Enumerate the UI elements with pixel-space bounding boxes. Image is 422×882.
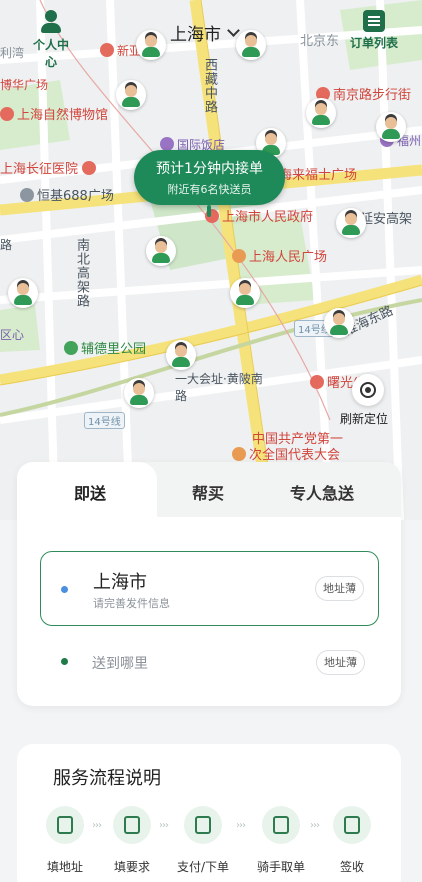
- sender-dot: [61, 586, 68, 593]
- park-icon: [64, 341, 78, 355]
- sender-city: 上海市: [93, 572, 147, 593]
- step-label: 签收: [339, 860, 364, 874]
- step-label: 填地址: [46, 860, 83, 874]
- courier-avatar[interactable]: [306, 98, 336, 128]
- map-label-nanjing-road: 南京路步行街: [316, 84, 411, 103]
- city-name: 上海市: [170, 25, 221, 45]
- pickup-pin: [207, 205, 211, 217]
- relocate-label[interactable]: 刷新定位: [340, 410, 388, 427]
- orders-label: 订单列表: [349, 36, 398, 50]
- order-sheet: 即送 帮买 专人急送 上海市 请完善发件信息 地址薄 送到哪里 地址薄: [17, 462, 401, 706]
- nearby-couriers-text: 附近有6名快送员: [167, 183, 252, 196]
- step-arrow-icon: ›››: [236, 820, 246, 831]
- map-label-cpc-line2: 次全国代表大会: [232, 444, 340, 463]
- tab-buy-for-me[interactable]: 帮买: [192, 480, 224, 504]
- map-label-xinya: 新亚: [100, 42, 141, 59]
- map-label-beijing-east: 北京东: [300, 34, 340, 49]
- wallet-icon: [184, 806, 222, 844]
- city-selector[interactable]: 上海市: [170, 20, 240, 45]
- eta-text: 预计1分钟内接单: [156, 161, 263, 177]
- step-arrow-icon: ›››: [159, 820, 169, 831]
- square-icon: [232, 249, 246, 263]
- courier-avatar[interactable]: [230, 278, 260, 308]
- hospital-icon: [310, 375, 324, 389]
- museum-icon: [0, 107, 14, 121]
- receiver-address-field[interactable]: 送到哪里 地址薄: [40, 645, 379, 681]
- road-label-left: 路: [0, 238, 13, 252]
- courier-avatar[interactable]: [124, 378, 154, 408]
- step-pay-order: 支付/下单: [174, 806, 232, 875]
- sender-address-field[interactable]: 上海市 请完善发件信息 地址薄: [40, 551, 379, 626]
- hotel-icon: [160, 137, 174, 151]
- step-label: 支付/下单: [176, 860, 230, 874]
- courier-avatar[interactable]: [324, 308, 354, 338]
- map-label-fudeli-park: 辅德里公园: [64, 338, 146, 357]
- map-label-changzheng-hospital: 上海长征医院: [0, 158, 99, 177]
- process-title: 服务流程说明: [53, 768, 161, 789]
- service-process-card: 服务流程说明 填地址 ››› 填要求 ››› 支付/下单 ››› 骑手取单 ››…: [17, 744, 401, 882]
- poi-icon: [100, 43, 114, 57]
- road-label-xizang: 西藏中路: [202, 58, 217, 114]
- step-label: 骑手取单: [256, 860, 305, 874]
- map-label-liwan: 利湾: [0, 46, 25, 60]
- order-list-icon: [363, 10, 385, 32]
- location-clipboard-icon: [46, 806, 84, 844]
- map-label-bohua: 博华广场: [0, 78, 49, 92]
- map-label-hengji: 恒基688广场: [20, 185, 114, 204]
- orders-button[interactable]: 订单列表: [344, 10, 404, 51]
- receiver-placeholder: 送到哪里: [92, 656, 148, 672]
- step-sign-receive: 签收: [323, 806, 381, 875]
- tab-dedicated-express[interactable]: 专人急送: [290, 480, 354, 504]
- map-view[interactable]: 利湾 新亚 博华广场 上海自然博物馆 北京东 西藏中路 南京路步行街 福州 国际…: [0, 0, 422, 520]
- courier-avatar[interactable]: [336, 208, 366, 238]
- courier-avatar[interactable]: [8, 278, 38, 308]
- step-fill-requirements: 填要求: [103, 806, 161, 875]
- grid-icon: [113, 806, 151, 844]
- tab-instant[interactable]: 即送: [74, 480, 106, 504]
- step-arrow-icon: ›››: [92, 820, 102, 831]
- step-label: 填要求: [113, 860, 150, 874]
- courier-avatar[interactable]: [376, 112, 406, 142]
- sender-address-book-button[interactable]: 地址薄: [315, 576, 364, 601]
- relocate-button[interactable]: [352, 374, 384, 406]
- profile-button[interactable]: 个人中心: [28, 10, 74, 70]
- step-arrow-icon: ›››: [310, 820, 320, 831]
- service-tabs: 即送 帮买 专人急送: [17, 462, 401, 518]
- person-icon: [40, 10, 62, 34]
- calendar-check-icon: [262, 806, 300, 844]
- step-fill-address: 填地址: [36, 806, 94, 875]
- profile-label: 个人中心: [32, 38, 69, 69]
- map-label-people-gov: 上海市人民政府: [205, 206, 313, 225]
- map-label-nature-museum: 上海自然博物馆: [0, 104, 108, 123]
- courier-avatar[interactable]: [236, 30, 266, 60]
- map-label-peoples-square: 上海人民广场: [232, 246, 327, 265]
- step-rider-pickup: 骑手取单: [252, 806, 310, 875]
- road-label-yanan: 延安高架: [360, 212, 413, 227]
- signature-icon: [333, 806, 371, 844]
- courier-avatar[interactable]: [116, 80, 146, 110]
- building-icon: [20, 188, 34, 202]
- chevron-down-icon: [227, 23, 240, 37]
- metro-label: 14号线: [84, 412, 125, 429]
- receiver-address-book-button[interactable]: 地址薄: [316, 650, 365, 675]
- sender-hint: 请完善发件信息: [93, 597, 170, 610]
- receiver-dot: [61, 658, 68, 665]
- courier-avatar[interactable]: [146, 236, 176, 266]
- map-label-dayi: 一大会址·黄陂南路: [175, 372, 263, 403]
- map-label-district: 区心: [0, 328, 25, 342]
- courier-avatar[interactable]: [166, 340, 196, 370]
- pickup-eta-bubble: 预计1分钟内接单 附近有6名快送员: [134, 150, 285, 205]
- landmark-icon: [232, 447, 246, 461]
- road-label-north-south: 南北高架路: [74, 238, 89, 308]
- hospital-icon: [82, 161, 97, 175]
- courier-avatar[interactable]: [136, 30, 166, 60]
